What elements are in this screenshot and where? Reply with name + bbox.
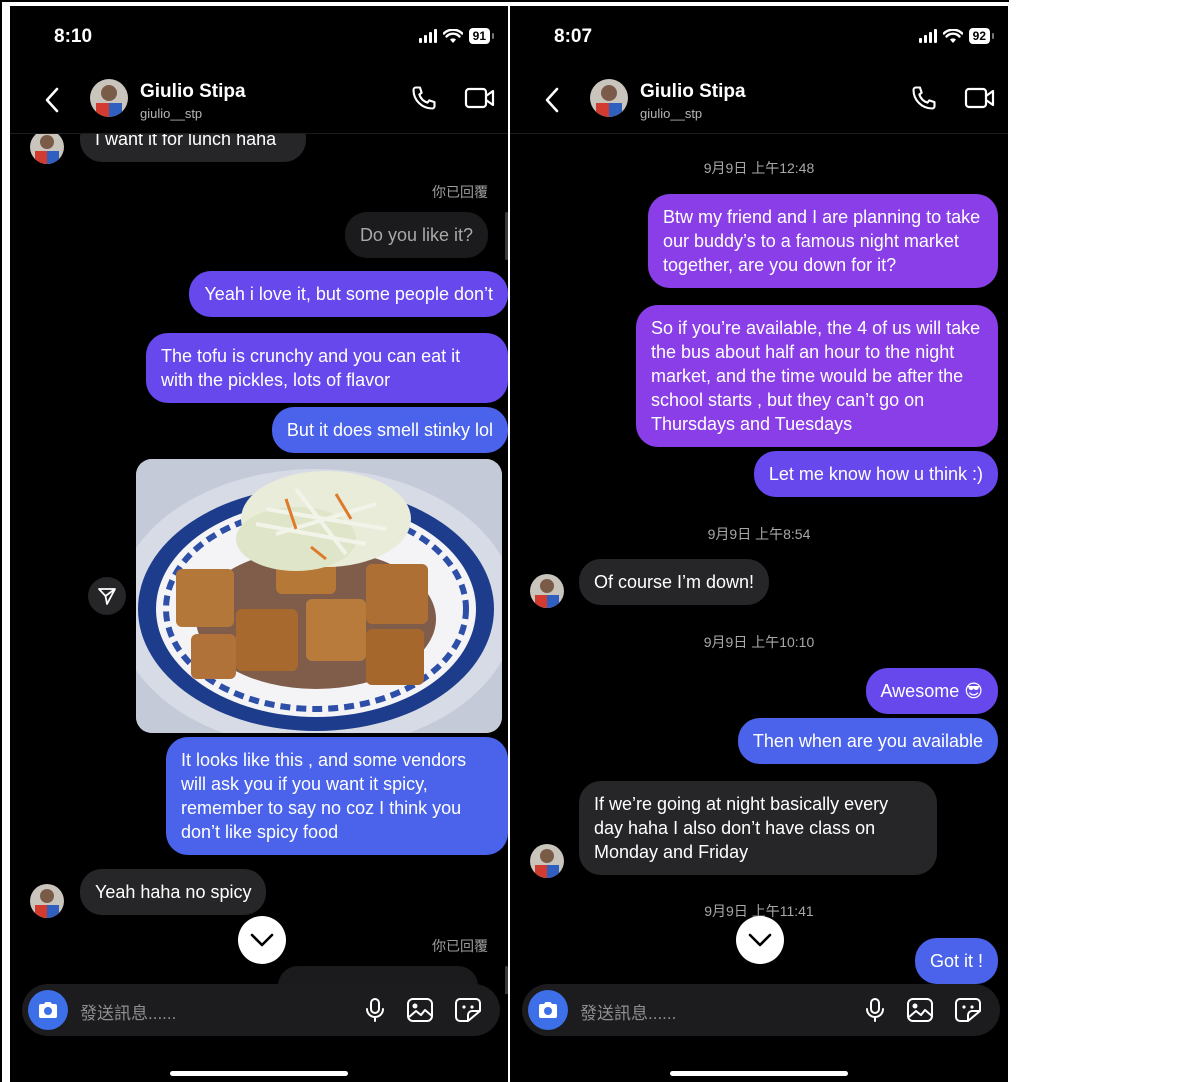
received-message[interactable]: If we’re going at night basically every … [579, 781, 937, 875]
status-bar: 8:10 91 [10, 6, 508, 66]
gallery-icon[interactable] [906, 997, 934, 1023]
shared-photo-stinky-tofu[interactable] [136, 459, 502, 733]
camera-button[interactable] [528, 990, 568, 1030]
battery-icon: 92 [968, 28, 995, 44]
chevron-down-icon [250, 933, 274, 947]
sent-message[interactable]: Awesome 😎 [865, 668, 998, 714]
message-thread[interactable]: 9月9日 上午12:48 Btw my friend and I are pla… [510, 134, 1008, 994]
phone-call-icon[interactable] [910, 84, 938, 112]
message-input[interactable]: 發送訊息...... [580, 999, 676, 1024]
sent-message[interactable]: It looks like this , and some vendors wi… [166, 737, 508, 855]
canvas: 8:10 91 Giulio Stipa giulio__stp I want … [0, 0, 1195, 1082]
sent-message[interactable]: Btw my friend and I are planning to take… [648, 194, 998, 288]
received-message[interactable]: Of course I’m down! [579, 559, 770, 605]
message-composer: 發送訊息...... [522, 984, 1000, 1036]
sender-avatar[interactable] [530, 844, 564, 878]
status-time: 8:10 [54, 26, 93, 47]
phone-left: 8:10 91 Giulio Stipa giulio__stp I want … [10, 6, 508, 1082]
back-arrow-icon[interactable] [44, 86, 60, 114]
signal-icon [918, 29, 937, 43]
back-arrow-icon[interactable] [544, 86, 560, 114]
sticker-icon[interactable] [954, 997, 982, 1023]
scroll-to-bottom-button[interactable] [238, 916, 286, 964]
wifi-icon [942, 28, 963, 43]
sent-message[interactable]: The tofu is crunchy and you can eat it w… [146, 333, 508, 403]
reply-bar [505, 212, 508, 260]
chat-header: Giulio Stipa giulio__stp [510, 68, 1008, 134]
status-icons: 92 [918, 28, 995, 44]
reply-bar [505, 966, 508, 994]
replied-label: 你已回覆 [432, 184, 488, 200]
camera-icon [539, 1002, 557, 1018]
video-call-icon[interactable] [964, 86, 996, 110]
sent-message-text: Awesome [880, 681, 960, 701]
wifi-icon [442, 28, 463, 43]
contact-handle: giulio__stp [640, 106, 703, 121]
received-message-partial[interactable]: I want it for lunch haha [80, 134, 306, 162]
timestamp: 9月9日 上午8:54 [707, 526, 811, 542]
battery-icon: 91 [468, 28, 495, 44]
screenshot-frame: 8:10 91 Giulio Stipa giulio__stp I want … [0, 0, 1009, 1082]
message-input[interactable]: 發送訊息...... [80, 999, 176, 1024]
sent-message[interactable]: Got it ! [914, 938, 998, 984]
sent-message[interactable]: But it does smell stinky lol [271, 407, 508, 453]
microphone-icon[interactable] [364, 997, 386, 1023]
status-bar: 8:07 92 [510, 6, 1008, 66]
microphone-icon[interactable] [864, 997, 886, 1023]
chevron-down-icon [748, 933, 772, 947]
sticker-icon[interactable] [454, 997, 482, 1023]
signal-icon [418, 29, 437, 43]
home-indicator[interactable] [170, 1071, 348, 1076]
camera-button[interactable] [28, 990, 68, 1030]
home-indicator[interactable] [670, 1071, 848, 1076]
sent-message[interactable]: Yeah i love it, but some people don’t [189, 271, 508, 317]
chat-header: Giulio Stipa giulio__stp [10, 68, 508, 134]
contact-avatar[interactable] [590, 79, 628, 117]
message-thread[interactable]: I want it for lunch haha 你已回覆 Do you lik… [10, 134, 508, 994]
sender-avatar[interactable] [530, 574, 564, 608]
share-icon[interactable] [88, 577, 126, 615]
sent-message[interactable]: So if you’re available, the 4 of us will… [636, 305, 998, 447]
status-time: 8:07 [554, 26, 593, 47]
sent-message[interactable]: Let me know how u think :) [753, 451, 998, 497]
contact-name[interactable]: Giulio Stipa [140, 81, 246, 103]
timestamp: 9月9日 上午12:48 [703, 160, 815, 176]
contact-avatar[interactable] [90, 79, 128, 117]
message-composer: 發送訊息...... [22, 984, 500, 1036]
scroll-to-bottom-button[interactable] [736, 916, 784, 964]
replied-label: 你已回覆 [432, 938, 488, 954]
phone-call-icon[interactable] [410, 84, 438, 112]
timestamp: 9月9日 上午10:10 [703, 634, 815, 650]
sender-avatar[interactable] [30, 134, 64, 164]
contact-name[interactable]: Giulio Stipa [640, 81, 746, 103]
reply-quote[interactable]: Do you like it? [344, 212, 488, 258]
sent-message[interactable]: Then when are you available [737, 718, 998, 764]
video-call-icon[interactable] [464, 86, 496, 110]
camera-icon [39, 1002, 57, 1018]
gallery-icon[interactable] [406, 997, 434, 1023]
sender-avatar[interactable] [30, 884, 64, 918]
received-message[interactable]: Yeah haha no spicy [80, 869, 267, 915]
status-icons: 91 [418, 28, 495, 44]
phone-right: 8:07 92 Giulio Stipa giulio__stp 9月9日 上午… [510, 6, 1008, 1082]
sunglasses-emoji-icon: 😎 [964, 681, 983, 701]
contact-handle: giulio__stp [140, 106, 203, 121]
